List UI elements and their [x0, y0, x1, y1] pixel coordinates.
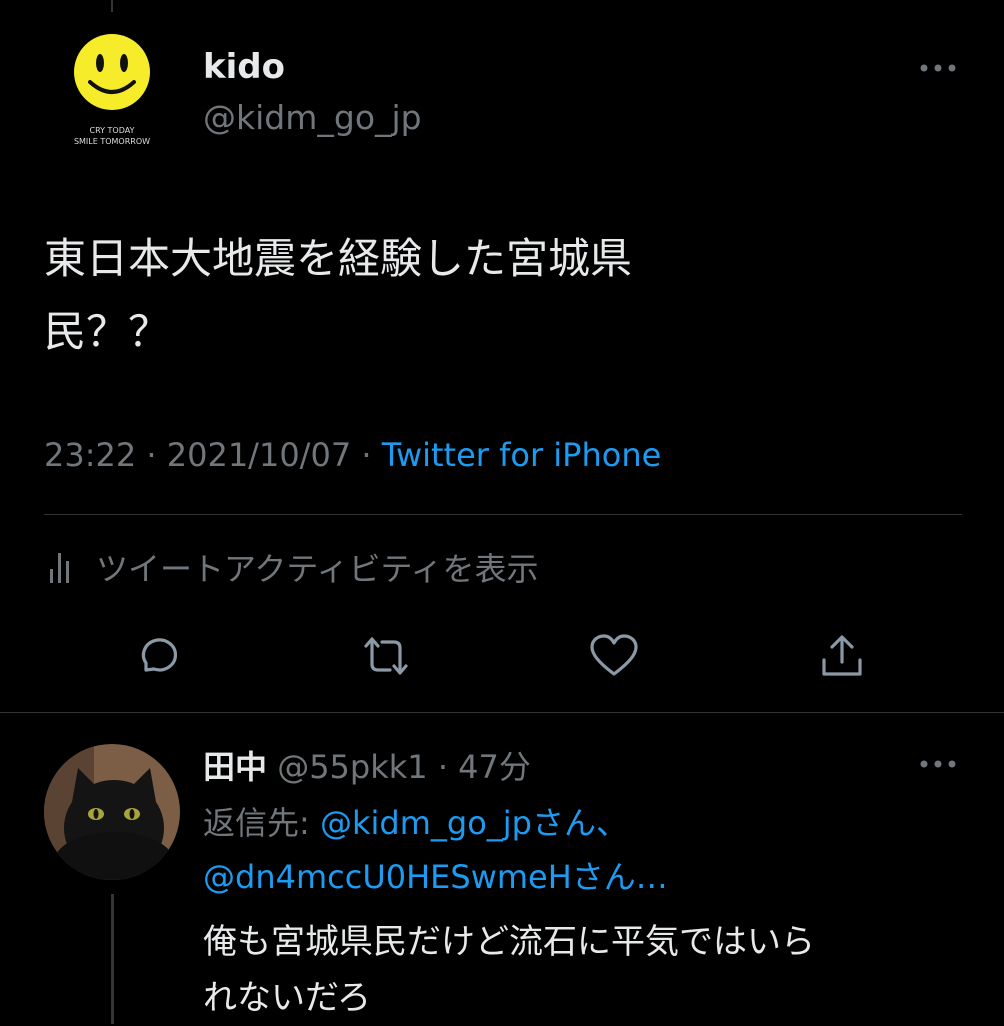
reply-time[interactable]: 47分 [458, 748, 531, 786]
tweet-source-link[interactable]: Twitter for iPhone [382, 436, 662, 474]
reply-header: 田中 @55pkk1 · 47分 [203, 742, 531, 788]
author-handle[interactable]: @kidm_go_jp [203, 98, 422, 137]
divider [0, 712, 1004, 713]
reply-mention-1[interactable]: @kidm_go_jpさん、 [320, 804, 628, 842]
avatar-caption-2: SMILE TOMORROW [74, 137, 150, 146]
author-name[interactable]: kido [203, 47, 285, 87]
tweet-date[interactable]: 2021/10/07 [167, 436, 351, 474]
replying-to: 返信先: @kidm_go_jpさん、 @dn4mccU0HESwmeHさん… [203, 796, 668, 904]
tweet-text-line-1: 東日本大地震を経験した宮城県 [44, 234, 633, 283]
stats-icon [50, 553, 69, 583]
meta-separator: · [146, 436, 167, 474]
thread-line-top [111, 0, 113, 12]
tweet-time: 23:22 [44, 436, 137, 474]
avatar-caption-1: CRY TODAY [89, 126, 134, 135]
reply-text-line-2: れないだろ [203, 978, 371, 1018]
tweet-text: 東日本大地震を経験した宮城県 民？？ [44, 222, 904, 368]
reply-author-handle[interactable]: @55pkk1 [277, 748, 427, 786]
meta-separator: · [361, 436, 382, 474]
author-avatar[interactable]: CRY TODAY SMILE TOMORROW [46, 30, 176, 160]
divider [44, 514, 962, 515]
replying-to-label: 返信先: [203, 804, 320, 842]
more-options-icon[interactable] [916, 52, 960, 84]
reply-text-line-1: 俺も宮城県民だけど流石に平気ではいら [203, 922, 815, 962]
tweet-text-line-2: 民？？ [44, 307, 171, 356]
header-separator: · [427, 748, 459, 786]
tweet-activity-link[interactable]: ツイートアクティビティを表示 [44, 542, 539, 592]
reply-mention-2[interactable]: @dn4mccU0HESwmeHさん… [203, 858, 668, 896]
share-icon[interactable] [814, 628, 870, 684]
tweet-meta: 23:22 · 2021/10/07 · Twitter for iPhone [44, 436, 661, 474]
reply-icon[interactable] [130, 628, 186, 684]
thread-line [111, 894, 114, 1024]
reply-author-name[interactable]: 田中 [203, 748, 267, 786]
like-icon[interactable] [586, 628, 642, 684]
reply-author-avatar[interactable] [44, 744, 180, 880]
reply-text: 俺も宮城県民だけど流石に平気ではいら れないだろ [203, 914, 815, 1026]
tweet-activity-label: ツイートアクティビティを表示 [96, 550, 539, 588]
retweet-icon[interactable] [358, 628, 414, 684]
more-options-icon[interactable] [916, 748, 960, 780]
